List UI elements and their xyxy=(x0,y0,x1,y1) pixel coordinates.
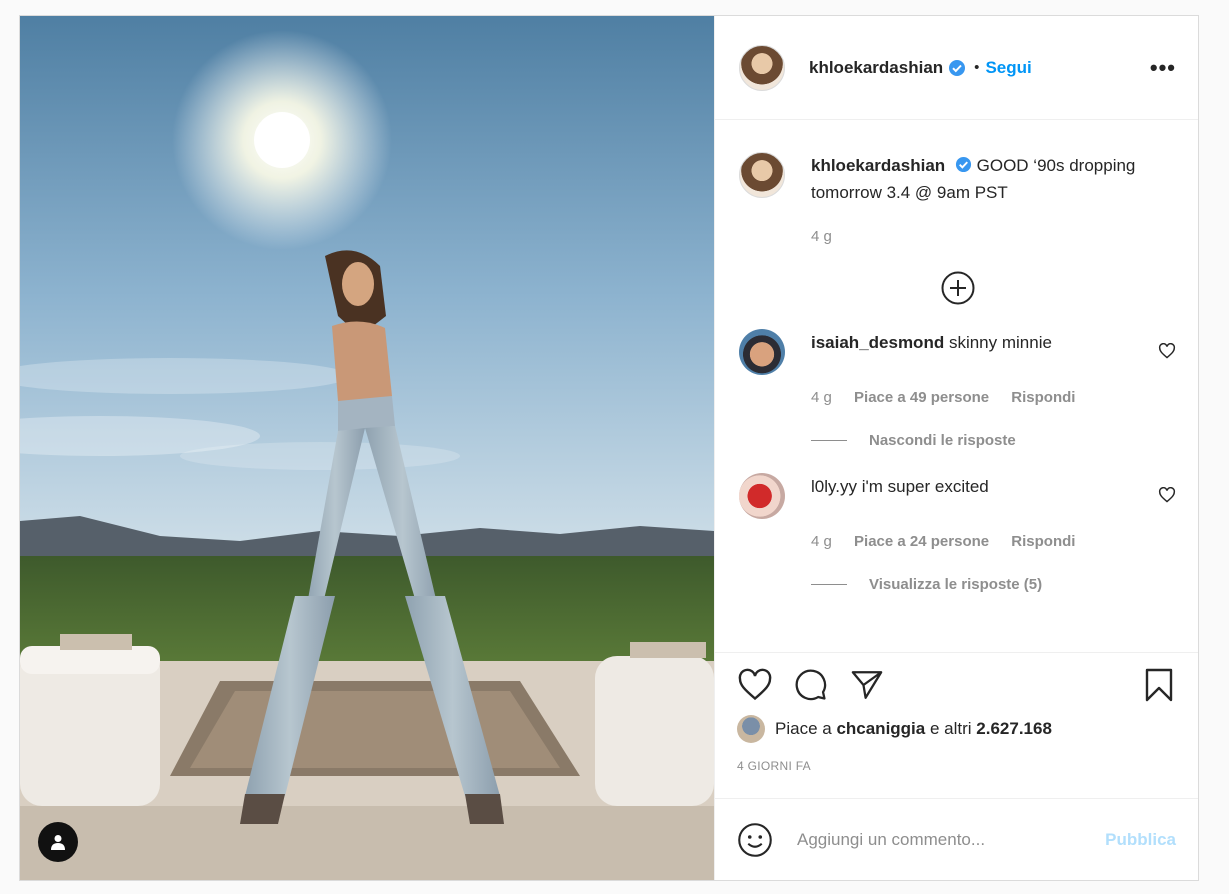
post-date[interactable]: 4 GIORNI FA xyxy=(737,759,1176,773)
comment-likes[interactable]: Piace a 24 persone xyxy=(854,533,989,550)
verified-badge-icon xyxy=(949,59,966,76)
caption-text-block: khloekardashian GOOD ‘90s dropping tomor… xyxy=(811,152,1151,206)
comment-heart-icon[interactable] xyxy=(1158,487,1176,503)
divider-line xyxy=(811,440,847,441)
verified-badge-icon xyxy=(955,156,971,173)
comment-item: isaiah_desmond skinny minnie xyxy=(739,329,1176,375)
comment-text: i'm super excited xyxy=(861,477,989,496)
caption-avatar[interactable] xyxy=(739,152,785,198)
likes-middle: e altri xyxy=(929,719,972,738)
follow-button[interactable]: Segui xyxy=(985,58,1031,78)
bookmark-icon[interactable] xyxy=(1142,667,1176,703)
comment-reply-button[interactable]: Rispondi xyxy=(1011,389,1075,406)
comment-username[interactable]: l0ly.yy xyxy=(811,477,857,496)
post-image[interactable] xyxy=(20,16,714,880)
action-icons xyxy=(737,667,1176,703)
comment-heart-icon[interactable] xyxy=(1158,343,1176,359)
liker-username[interactable]: chcaniggia xyxy=(836,719,925,739)
author-username[interactable]: khloekardashian xyxy=(809,58,943,78)
caption-meta: 4 g xyxy=(811,228,1176,245)
emoji-icon[interactable] xyxy=(737,822,773,858)
paper-plane-icon[interactable] xyxy=(849,668,885,702)
comment-username[interactable]: isaiah_desmond xyxy=(811,333,944,352)
divider-line xyxy=(811,584,847,585)
comment-age[interactable]: 4 g xyxy=(811,533,832,550)
replies-toggle[interactable]: Nascondi le risposte xyxy=(811,432,1176,449)
liker-avatar[interactable] xyxy=(737,715,765,743)
likes-prefix: Piace a xyxy=(775,719,832,738)
comment-text-block: isaiah_desmond skinny minnie xyxy=(811,329,1052,375)
photo-scene xyxy=(20,16,714,880)
commenter-avatar[interactable] xyxy=(739,329,785,375)
plus-circle-icon xyxy=(941,271,974,305)
replies-toggle[interactable]: Visualizza le risposte (5) xyxy=(811,576,1176,593)
add-comment-bar: Pubblica xyxy=(715,798,1198,880)
post-sidebar: khloekardashian • Segui ••• khloekardash… xyxy=(714,16,1198,880)
load-more-comments[interactable] xyxy=(739,271,1176,305)
person-icon xyxy=(51,835,65,850)
comment-icon[interactable] xyxy=(793,668,829,702)
comment-age[interactable]: 4 g xyxy=(811,389,832,406)
post-header: khloekardashian • Segui ••• xyxy=(715,16,1198,120)
comment-item: l0ly.yy i'm super excited xyxy=(739,473,1176,519)
comment-meta: 4 g Piace a 24 persone Rispondi xyxy=(811,533,1176,550)
comment-text: skinny minnie xyxy=(948,333,1052,352)
comment-input[interactable] xyxy=(795,828,1106,851)
user-tag-icon[interactable] xyxy=(38,822,78,862)
caption-age[interactable]: 4 g xyxy=(811,228,832,245)
caption-username[interactable]: khloekardashian xyxy=(811,156,945,175)
author-avatar[interactable] xyxy=(739,44,785,91)
publish-button[interactable]: Pubblica xyxy=(1105,830,1176,850)
more-options-button[interactable]: ••• xyxy=(1150,55,1176,81)
likes-count[interactable]: 2.627.168 xyxy=(976,719,1052,739)
replies-toggle-label: Visualizza le risposte (5) xyxy=(869,576,1043,593)
comment-reply-button[interactable]: Rispondi xyxy=(1011,533,1075,550)
comments-section: khloekardashian GOOD ‘90s dropping tomor… xyxy=(715,120,1198,652)
comment-meta: 4 g Piace a 49 persone Rispondi xyxy=(811,389,1176,406)
likes-summary: Piace a chcaniggia e altri 2.627.168 xyxy=(737,715,1176,743)
action-bar: Piace a chcaniggia e altri 2.627.168 4 G… xyxy=(715,652,1198,798)
commenter-avatar[interactable] xyxy=(739,473,785,519)
comment-text-block: l0ly.yy i'm super excited xyxy=(811,473,989,519)
comment-likes[interactable]: Piace a 49 persone xyxy=(854,389,989,406)
heart-icon[interactable] xyxy=(737,668,773,702)
replies-toggle-label: Nascondi le risposte xyxy=(869,432,1016,449)
instagram-post: khloekardashian • Segui ••• khloekardash… xyxy=(19,15,1199,881)
separator-dot: • xyxy=(974,59,980,76)
caption: khloekardashian GOOD ‘90s dropping tomor… xyxy=(739,152,1176,206)
